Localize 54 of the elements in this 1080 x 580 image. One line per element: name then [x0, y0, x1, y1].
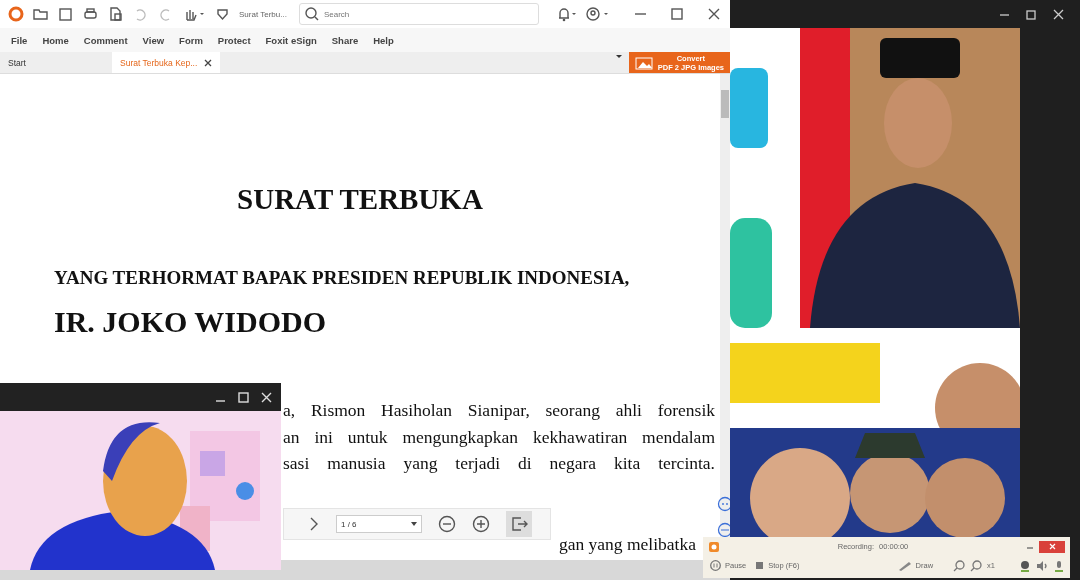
- next-page-icon[interactable]: [308, 516, 320, 532]
- menu-item[interactable]: Form: [172, 34, 211, 46]
- assistant-icon[interactable]: [717, 522, 730, 538]
- folder-icon[interactable]: [32, 6, 49, 22]
- maximize-icon[interactable]: [238, 391, 249, 403]
- close-icon: [1048, 543, 1056, 550]
- zoom-out-icon[interactable]: [438, 515, 456, 533]
- paragraph-line: an ini untuk mengungkapkan kekhawatiran mendalam: [283, 425, 715, 449]
- document-tab[interactable]: Surat Terbuka Kep...: [112, 52, 221, 73]
- close-icon[interactable]: [261, 391, 272, 403]
- scrollbar-thumb[interactable]: [721, 90, 729, 118]
- microphone-icon[interactable]: [1053, 559, 1065, 572]
- maximize-icon[interactable]: [1026, 8, 1037, 20]
- close-button[interactable]: [1039, 540, 1065, 553]
- search-icon: [303, 6, 319, 21]
- image-icon: [634, 54, 653, 71]
- document-tab[interactable]: Start: [0, 52, 106, 73]
- chat-icon[interactable]: [717, 496, 730, 512]
- page-number-field[interactable]: 1 / 6: [336, 515, 422, 533]
- shield-icon[interactable]: [214, 6, 231, 22]
- close-icon[interactable]: [707, 6, 722, 22]
- menu-item[interactable]: Comment: [76, 34, 136, 46]
- pause-icon: [710, 560, 721, 571]
- menu-item[interactable]: Help: [366, 34, 402, 46]
- document-title: Surat Terbu...: [239, 9, 287, 19]
- document-icon[interactable]: [107, 6, 124, 22]
- menu-item[interactable]: Share: [324, 34, 367, 46]
- recorder-logo-icon: [708, 540, 720, 553]
- zoom-out-icon[interactable]: [970, 559, 983, 572]
- user-icon[interactable]: [585, 6, 609, 22]
- paragraph-line: gan yang melibatka: [558, 532, 696, 555]
- menu-item[interactable]: File: [4, 34, 36, 46]
- pen-icon: [897, 560, 912, 571]
- exit-icon[interactable]: [506, 511, 532, 537]
- close-icon[interactable]: [1053, 8, 1064, 20]
- zoom-in-icon[interactable]: [472, 515, 490, 533]
- caret-icon: [411, 521, 417, 527]
- paragraph-line: sasi manusia yang terjadi di negara kita tercinta.: [283, 452, 715, 475]
- close-icon[interactable]: [203, 57, 214, 68]
- menu-item[interactable]: View: [135, 34, 173, 46]
- printer-icon[interactable]: [82, 6, 99, 22]
- document-heading: SURAT TERBUKA: [236, 183, 484, 215]
- app-logo-icon[interactable]: [8, 6, 24, 22]
- stop-icon: [755, 561, 765, 570]
- zoom-in-icon[interactable]: [953, 559, 966, 572]
- addressee-line: YANG TERHORMAT BAPAK PRESIDEN REPUBLIK INDONESIA,: [54, 267, 631, 289]
- speaker-icon[interactable]: [1036, 559, 1048, 572]
- webcam-icon[interactable]: [1019, 559, 1031, 572]
- search-field[interactable]: Search: [298, 3, 539, 25]
- menu-item[interactable]: Foxit eSign: [258, 34, 325, 46]
- paragraph-line: a, Rismon Hasiholan Sianipar, seorang ahli forensik: [283, 399, 715, 422]
- menu-item[interactable]: Home: [35, 34, 77, 46]
- menu-item[interactable]: Protect: [210, 34, 259, 46]
- addressee-name: IR. JOKO WIDODO: [54, 305, 327, 339]
